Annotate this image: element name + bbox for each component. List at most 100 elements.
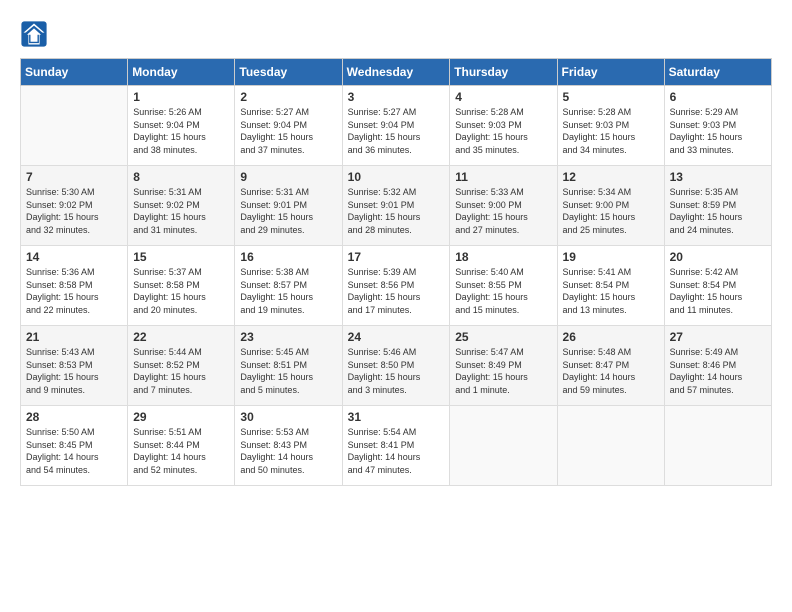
day-info: Sunrise: 5:43 AM Sunset: 8:53 PM Dayligh… [26,346,122,396]
calendar-header-friday: Friday [557,59,664,86]
day-info: Sunrise: 5:41 AM Sunset: 8:54 PM Dayligh… [563,266,659,316]
calendar-day-1: 1 Sunrise: 5:26 AM Sunset: 9:04 PM Daylig… [128,86,235,166]
day-number: 6 [670,90,766,104]
calendar-header-saturday: Saturday [664,59,771,86]
calendar-day-11: 11 Sunrise: 5:33 AM Sunset: 9:00 PM Dayli… [450,166,557,246]
day-number: 2 [240,90,336,104]
day-info: Sunrise: 5:32 AM Sunset: 9:01 PM Dayligh… [348,186,445,236]
calendar-day-18: 18 Sunrise: 5:40 AM Sunset: 8:55 PM Dayli… [450,246,557,326]
calendar-day-28: 28 Sunrise: 5:50 AM Sunset: 8:45 PM Dayli… [21,406,128,486]
calendar-day-8: 8 Sunrise: 5:31 AM Sunset: 9:02 PM Daylig… [128,166,235,246]
day-number: 26 [563,330,659,344]
calendar-day-26: 26 Sunrise: 5:48 AM Sunset: 8:47 PM Dayli… [557,326,664,406]
calendar-day-21: 21 Sunrise: 5:43 AM Sunset: 8:53 PM Dayli… [21,326,128,406]
day-number: 13 [670,170,766,184]
calendar-week-2: 7Sunrise: 5:30 AM Sunset: 9:02 PM Daylig… [21,166,772,246]
day-number: 16 [240,250,336,264]
day-info: Sunrise: 5:44 AM Sunset: 8:52 PM Dayligh… [133,346,229,396]
day-info: Sunrise: 5:33 AM Sunset: 9:00 PM Dayligh… [455,186,551,236]
day-info: Sunrise: 5:31 AM Sunset: 9:01 PM Dayligh… [240,186,336,236]
day-info: Sunrise: 5:49 AM Sunset: 8:46 PM Dayligh… [670,346,766,396]
calendar-day-13: 13 Sunrise: 5:35 AM Sunset: 8:59 PM Dayli… [664,166,771,246]
day-number: 22 [133,330,229,344]
calendar-day-27: 27 Sunrise: 5:49 AM Sunset: 8:46 PM Dayli… [664,326,771,406]
day-info: Sunrise: 5:38 AM Sunset: 8:57 PM Dayligh… [240,266,336,316]
day-number: 21 [26,330,122,344]
calendar-day-30: 30 Sunrise: 5:53 AM Sunset: 8:43 PM Dayli… [235,406,342,486]
day-number: 9 [240,170,336,184]
day-info: Sunrise: 5:50 AM Sunset: 8:45 PM Dayligh… [26,426,122,476]
day-number: 14 [26,250,122,264]
logo [20,20,50,48]
day-number: 20 [670,250,766,264]
calendar-header-row: SundayMondayTuesdayWednesdayThursdayFrid… [21,59,772,86]
day-number: 10 [348,170,445,184]
calendar-table: SundayMondayTuesdayWednesdayThursdayFrid… [20,58,772,486]
day-number: 7 [26,170,122,184]
day-info: Sunrise: 5:37 AM Sunset: 8:58 PM Dayligh… [133,266,229,316]
day-info: Sunrise: 5:36 AM Sunset: 8:58 PM Dayligh… [26,266,122,316]
calendar-day-14: 14 Sunrise: 5:36 AM Sunset: 8:58 PM Dayli… [21,246,128,326]
day-info: Sunrise: 5:53 AM Sunset: 8:43 PM Dayligh… [240,426,336,476]
day-number: 12 [563,170,659,184]
calendar-day-4: 4Sunrise: 5:28 AM Sunset: 9:03 PM Daylig… [450,86,557,166]
calendar-body: 1 Sunrise: 5:26 AM Sunset: 9:04 PM Daylig… [21,86,772,486]
day-number: 15 [133,250,229,264]
calendar-day-24: 24Sunrise: 5:46 AM Sunset: 8:50 PM Dayli… [342,326,450,406]
day-number: 23 [240,330,336,344]
calendar-empty [21,86,128,166]
day-info: Sunrise: 5:34 AM Sunset: 9:00 PM Dayligh… [563,186,659,236]
calendar-header-monday: Monday [128,59,235,86]
calendar-header-tuesday: Tuesday [235,59,342,86]
day-number: 25 [455,330,551,344]
calendar-header-thursday: Thursday [450,59,557,86]
calendar-day-31: 31Sunrise: 5:54 AM Sunset: 8:41 PM Dayli… [342,406,450,486]
logo-icon [20,20,48,48]
day-number: 17 [348,250,445,264]
calendar-day-12: 12 Sunrise: 5:34 AM Sunset: 9:00 PM Dayli… [557,166,664,246]
calendar-day-19: 19 Sunrise: 5:41 AM Sunset: 8:54 PM Dayli… [557,246,664,326]
day-info: Sunrise: 5:26 AM Sunset: 9:04 PM Dayligh… [133,106,229,156]
day-info: Sunrise: 5:48 AM Sunset: 8:47 PM Dayligh… [563,346,659,396]
day-number: 5 [563,90,659,104]
day-number: 30 [240,410,336,424]
day-info: Sunrise: 5:45 AM Sunset: 8:51 PM Dayligh… [240,346,336,396]
calendar-empty [664,406,771,486]
calendar-day-17: 17 Sunrise: 5:39 AM Sunset: 8:56 PM Dayli… [342,246,450,326]
calendar-day-3: 3Sunrise: 5:27 AM Sunset: 9:04 PM Daylig… [342,86,450,166]
calendar-week-3: 14 Sunrise: 5:36 AM Sunset: 8:58 PM Dayli… [21,246,772,326]
day-info: Sunrise: 5:40 AM Sunset: 8:55 PM Dayligh… [455,266,551,316]
day-number: 11 [455,170,551,184]
calendar-day-25: 25 Sunrise: 5:47 AM Sunset: 8:49 PM Dayli… [450,326,557,406]
day-info: Sunrise: 5:27 AM Sunset: 9:04 PM Dayligh… [348,106,445,156]
calendar-day-6: 6Sunrise: 5:29 AM Sunset: 9:03 PM Daylig… [664,86,771,166]
calendar-week-1: 1 Sunrise: 5:26 AM Sunset: 9:04 PM Daylig… [21,86,772,166]
day-info: Sunrise: 5:27 AM Sunset: 9:04 PM Dayligh… [240,106,336,156]
calendar-header-sunday: Sunday [21,59,128,86]
day-number: 18 [455,250,551,264]
calendar-day-2: 2 Sunrise: 5:27 AM Sunset: 9:04 PM Daylig… [235,86,342,166]
day-info: Sunrise: 5:39 AM Sunset: 8:56 PM Dayligh… [348,266,445,316]
calendar-week-4: 21 Sunrise: 5:43 AM Sunset: 8:53 PM Dayli… [21,326,772,406]
day-info: Sunrise: 5:28 AM Sunset: 9:03 PM Dayligh… [563,106,659,156]
calendar-day-15: 15 Sunrise: 5:37 AM Sunset: 8:58 PM Dayli… [128,246,235,326]
day-info: Sunrise: 5:42 AM Sunset: 8:54 PM Dayligh… [670,266,766,316]
day-number: 19 [563,250,659,264]
calendar-week-5: 28 Sunrise: 5:50 AM Sunset: 8:45 PM Dayli… [21,406,772,486]
day-info: Sunrise: 5:35 AM Sunset: 8:59 PM Dayligh… [670,186,766,236]
day-info: Sunrise: 5:31 AM Sunset: 9:02 PM Dayligh… [133,186,229,236]
day-number: 4 [455,90,551,104]
day-number: 8 [133,170,229,184]
calendar-day-29: 29Sunrise: 5:51 AM Sunset: 8:44 PM Dayli… [128,406,235,486]
calendar-empty [450,406,557,486]
calendar-day-10: 10 Sunrise: 5:32 AM Sunset: 9:01 PM Dayli… [342,166,450,246]
calendar-day-16: 16 Sunrise: 5:38 AM Sunset: 8:57 PM Dayli… [235,246,342,326]
calendar-day-7: 7Sunrise: 5:30 AM Sunset: 9:02 PM Daylig… [21,166,128,246]
day-number: 31 [348,410,445,424]
day-info: Sunrise: 5:47 AM Sunset: 8:49 PM Dayligh… [455,346,551,396]
calendar-day-20: 20 Sunrise: 5:42 AM Sunset: 8:54 PM Dayli… [664,246,771,326]
calendar-day-9: 9 Sunrise: 5:31 AM Sunset: 9:01 PM Daylig… [235,166,342,246]
day-number: 28 [26,410,122,424]
day-number: 27 [670,330,766,344]
day-number: 1 [133,90,229,104]
